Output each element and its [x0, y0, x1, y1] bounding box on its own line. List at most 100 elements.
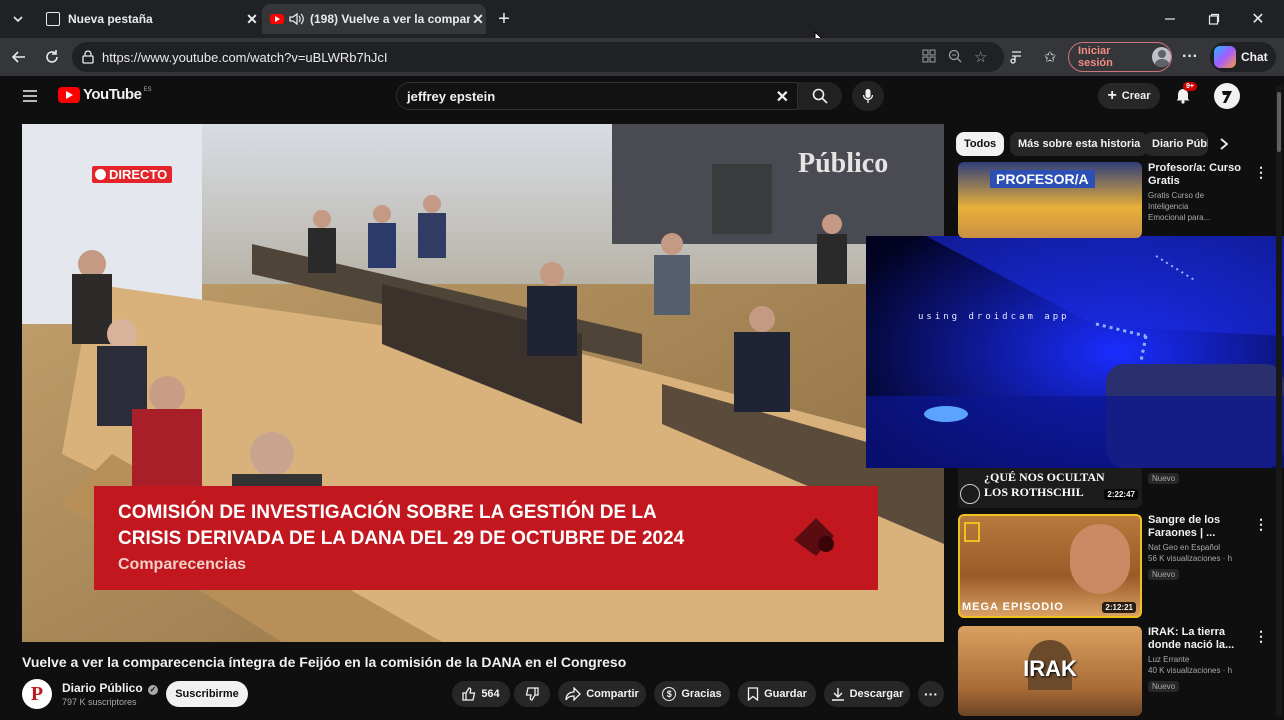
host-face-icon	[1070, 524, 1130, 594]
favorite-star-icon[interactable]: ☆	[974, 48, 987, 66]
youtube-page: YouTube ES jeffrey epstein ✕ + Crear 9+	[0, 76, 1284, 720]
rec-thumbnail[interactable]: MEGA EPISODIO 2:12:21	[958, 514, 1142, 618]
rec-thumbnail[interactable]: IRAK	[958, 626, 1142, 716]
download-button[interactable]: Descargar	[824, 681, 910, 707]
browser-tab-strip: Nueva pestaña ✕ (198) Vuelve a ver la co…	[0, 0, 1284, 49]
rec-meta-2: Emocional para...	[1148, 213, 1211, 222]
microphone-icon	[862, 88, 874, 104]
create-label: Crear	[1121, 90, 1151, 102]
profile-avatar-icon	[1151, 47, 1171, 67]
logo-wordmark: YouTube	[83, 86, 142, 103]
rec-info: Nuevo	[1148, 468, 1244, 486]
new-badge: Nuevo	[1148, 681, 1180, 692]
rec-meta-2: 40 K visualizaciones · h	[1148, 666, 1233, 675]
natgeo-logo-icon	[964, 522, 980, 542]
like-count: 564	[481, 688, 500, 700]
account-avatar[interactable]	[1214, 83, 1240, 109]
subscriber-count: 797 K suscriptores	[62, 697, 137, 707]
search-input[interactable]: jeffrey epstein ✕	[396, 82, 798, 110]
recommendation-item[interactable]: IRAK IRAK: La tierra donde nació la... L…	[958, 626, 1268, 716]
video-player[interactable]: DIRECTO Público COMISIÓN DE INVESTIGACIÓ…	[22, 124, 944, 642]
rec-thumbnail[interactable]: ¿QUÉ NOS OCULTAN LOS ROTHSCHIL 2:22:47	[958, 468, 1142, 508]
notification-count-badge: 9+	[1183, 82, 1197, 91]
rec-title: Sangre de los Faraones | ...	[1148, 514, 1221, 539]
subscribe-button[interactable]: Suscribirme	[166, 681, 248, 707]
close-window-icon[interactable]: ✕	[1244, 5, 1272, 33]
voice-search-button[interactable]	[852, 81, 884, 111]
minimize-window-icon[interactable]	[1156, 5, 1184, 33]
chip-channel[interactable]: Diario Públ	[1144, 132, 1208, 156]
media-control-icon[interactable]	[1002, 43, 1030, 71]
logo-region: ES	[143, 86, 152, 93]
youtube-logo[interactable]: YouTube ES	[58, 86, 151, 103]
close-tab-icon[interactable]: ✕	[244, 11, 260, 28]
close-tab-icon[interactable]: ✕	[470, 11, 486, 28]
more-options-icon[interactable]: ···	[1176, 43, 1204, 71]
rec-meta-1: Gratis Curso de Inteligencia	[1148, 191, 1205, 211]
channel-name-text: Diario Público	[62, 681, 143, 695]
tab-youtube-video[interactable]: (198) Vuelve a ver la comparecencia ínte…	[262, 4, 486, 34]
recommendation-item[interactable]: PROFESOR/A Profesor/a: Curso Gratis Grat…	[958, 162, 1268, 238]
rec-menu-icon[interactable]: ⋮	[1254, 516, 1268, 533]
recommendation-item[interactable]: ¿QUÉ NOS OCULTAN LOS ROTHSCHIL 2:22:47 N…	[958, 468, 1268, 508]
new-tab-plus-icon[interactable]: +	[490, 5, 518, 33]
scrollbar-thumb[interactable]	[1277, 92, 1281, 152]
rec-menu-icon[interactable]: ⋮	[1254, 164, 1268, 181]
favorites-icon[interactable]: ✩	[1036, 43, 1064, 71]
share-arrow-icon	[565, 687, 582, 701]
chip-more-story[interactable]: Más sobre esta historia	[1010, 132, 1149, 156]
search-query: jeffrey epstein	[407, 88, 496, 104]
channel-name[interactable]: Diario Público ✓	[62, 681, 159, 695]
thanks-dollar-icon: $	[662, 687, 677, 701]
speaker-icon[interactable]	[289, 12, 305, 26]
more-actions-icon[interactable]: ···	[918, 681, 944, 707]
site-info-icon[interactable]	[82, 50, 94, 64]
recommendation-item[interactable]: MEGA EPISODIO 2:12:21 Sangre de los Fara…	[958, 514, 1268, 618]
notifications-button[interactable]: 9+	[1174, 82, 1197, 109]
save-label: Guardar	[764, 688, 807, 700]
video-duration: 2:22:47	[1104, 489, 1138, 500]
like-button[interactable]: 564	[452, 681, 510, 707]
rec-info: Profesor/a: Curso Gratis Gratis Curso de…	[1148, 162, 1244, 223]
browser-toolbar: https://www.youtube.com/watch?v=uBLWRb7h…	[0, 38, 1284, 76]
channel-avatar[interactable]: P	[22, 679, 52, 709]
hamburger-menu-icon[interactable]	[16, 82, 44, 110]
youtube-play-icon	[58, 86, 80, 103]
tab-search-chevron-icon[interactable]	[4, 5, 32, 33]
reload-icon[interactable]	[38, 43, 66, 71]
banner-line-2: CRISIS DERIVADA DE LA DANA DEL 29 DE OCT…	[118, 528, 685, 549]
search-button[interactable]	[798, 82, 842, 110]
clear-search-icon[interactable]: ✕	[776, 87, 789, 107]
chip-all[interactable]: Todos	[956, 132, 1005, 156]
copilot-chat-button[interactable]: Chat	[1210, 42, 1276, 72]
live-label: DIRECTO	[109, 167, 168, 182]
video-duration: 2:12:21	[1102, 602, 1136, 613]
rec-thumbnail[interactable]: PROFESOR/A	[958, 162, 1142, 238]
rec-menu-icon[interactable]: ⋮	[1254, 628, 1268, 645]
save-button[interactable]: Guardar	[738, 681, 816, 707]
thanks-button[interactable]: $ Gracias	[654, 681, 730, 707]
publico-logo-icon: P	[30, 682, 44, 705]
thumbnail-text: MEGA EPISODIO	[962, 601, 1064, 613]
page-scrollbar[interactable]	[1276, 86, 1282, 716]
thumbs-up-icon	[462, 687, 476, 701]
share-button[interactable]: Compartir	[558, 681, 646, 707]
signin-button[interactable]: Iniciar sesión	[1068, 42, 1172, 72]
address-bar[interactable]: https://www.youtube.com/watch?v=uBLWRb7h…	[72, 42, 1004, 72]
droidcam-overlay-text: using droidcam app	[918, 312, 1070, 322]
zoom-icon[interactable]	[948, 49, 962, 66]
tab-new-tab[interactable]: Nueva pestaña ✕	[38, 4, 260, 34]
thumbnail-text: PROFESOR/A	[990, 170, 1095, 188]
download-icon	[831, 687, 845, 701]
dislike-button[interactable]	[514, 681, 550, 707]
rec-info: IRAK: La tierra donde nació la... Luz Er…	[1148, 626, 1244, 694]
channel-logo-icon	[960, 484, 980, 504]
rec-meta-1: Luz Errante	[1148, 655, 1190, 664]
publico-watermark: Público	[798, 148, 889, 179]
new-badge: Nuevo	[1148, 473, 1180, 484]
chips-next-chevron-icon[interactable]	[1212, 132, 1236, 156]
restore-window-icon[interactable]	[1200, 5, 1228, 33]
create-button[interactable]: + Crear	[1098, 83, 1160, 109]
back-arrow-icon[interactable]	[4, 43, 32, 71]
apps-icon[interactable]	[922, 49, 936, 66]
